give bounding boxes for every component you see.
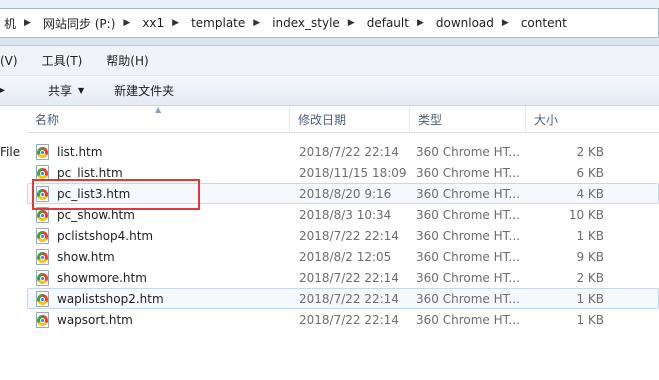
- chevron-right-icon[interactable]: ▶: [117, 18, 134, 28]
- chrome-document-icon: [36, 311, 50, 328]
- chevron-right-icon[interactable]: ▶: [411, 18, 428, 28]
- file-date: 2018/7/22 22:14: [299, 312, 399, 327]
- file-name: show.htm: [57, 249, 115, 264]
- column-header-row: ▲ 名称 修改日期 类型 大小: [27, 105, 659, 133]
- file-size: 1 KB: [576, 228, 604, 243]
- breadcrumb-item-label: 网站同步 (P:): [42, 16, 116, 31]
- column-header-name-label: 名称: [35, 113, 60, 127]
- breadcrumb-item-label: xx1: [142, 16, 165, 30]
- chevron-right-icon[interactable]: ▶: [496, 18, 513, 28]
- file-size: 2 KB: [576, 270, 604, 285]
- highlight-annotation-box: [32, 179, 200, 210]
- file-date: 2018/8/3 10:34: [299, 207, 392, 222]
- file-size: 1 KB: [576, 291, 604, 306]
- file-row[interactable]: showmore.htm 2018/7/22 22:14 360 Chrome HT…: [27, 267, 659, 288]
- column-header-type[interactable]: 类型: [410, 107, 526, 133]
- file-name: waplistshop2.htm: [57, 291, 164, 306]
- breadcrumb-item[interactable]: xx1 ▶: [138, 9, 187, 37]
- chevron-right-icon[interactable]: ▶: [247, 18, 264, 28]
- breadcrumb-item-label: default: [366, 16, 409, 30]
- file-name-cell: waplistshop2.htm: [28, 290, 291, 307]
- breadcrumb-item[interactable]: 网站同步 (P:) ▶: [39, 9, 138, 37]
- chrome-document-icon: [36, 290, 50, 307]
- chevron-right-icon[interactable]: ▶: [18, 18, 35, 28]
- file-type: 360 Chrome HT...: [416, 144, 520, 159]
- navigation-pane: File: [0, 107, 20, 380]
- file-size: 4 KB: [576, 186, 604, 201]
- toolbar: ▸ 共享 ▼ 新建文件夹: [0, 76, 659, 106]
- file-rows: list.htm 2018/7/22 22:14 360 Chrome HT... 2…: [27, 141, 659, 330]
- column-header-date[interactable]: 修改日期: [290, 107, 410, 133]
- breadcrumb-item[interactable]: 机 ▶: [0, 9, 39, 37]
- file-name: wapsort.htm: [57, 312, 133, 327]
- file-type: 360 Chrome HT...: [416, 270, 520, 285]
- breadcrumb-item[interactable]: default ▶: [363, 9, 432, 37]
- file-size: 1 KB: [576, 312, 604, 327]
- menu-item-tools[interactable]: 工具(T): [42, 52, 93, 69]
- file-date: 2018/7/22 22:14: [299, 144, 399, 159]
- sort-up-icon: ▲: [155, 105, 162, 114]
- file-size: 9 KB: [576, 249, 604, 264]
- file-size: 10 KB: [568, 207, 604, 222]
- file-type: 360 Chrome HT...: [416, 165, 520, 180]
- file-type: 360 Chrome HT...: [416, 207, 520, 222]
- address-bar: 机 ▶ 网站同步 (P:) ▶ xx1 ▶ template ▶ index_style ▶ def…: [0, 0, 659, 46]
- file-name-cell: list.htm: [28, 143, 291, 160]
- file-type: 360 Chrome HT...: [416, 228, 520, 243]
- file-date: 2018/8/2 12:05: [299, 249, 392, 264]
- breadcrumb-item[interactable]: template ▶: [187, 9, 268, 37]
- file-name: pc_list.htm: [57, 165, 123, 180]
- column-header-size[interactable]: 大小: [526, 107, 606, 133]
- menu-item-view[interactable]: (V): [0, 54, 28, 68]
- dropdown-arrow-icon: ▼: [78, 86, 85, 95]
- file-row[interactable]: waplistshop2.htm 2018/7/22 22:14 360 Chrom…: [27, 288, 659, 309]
- file-row[interactable]: wapsort.htm 2018/7/22 22:14 360 Chrome HT.…: [27, 309, 659, 330]
- breadcrumb-item[interactable]: content: [517, 9, 573, 37]
- file-type: 360 Chrome HT...: [416, 312, 520, 327]
- file-size: 6 KB: [576, 165, 604, 180]
- menu-item-help[interactable]: 帮助(H): [106, 52, 158, 69]
- file-name: pclistshop4.htm: [57, 228, 154, 243]
- file-type: 360 Chrome HT...: [416, 291, 520, 306]
- file-date: 2018/7/22 22:14: [299, 228, 399, 243]
- file-name-cell: wapsort.htm: [28, 311, 291, 328]
- breadcrumb-item[interactable]: index_style ▶: [268, 9, 363, 37]
- file-row[interactable]: show.htm 2018/8/2 12:05 360 Chrome HT... 9 …: [27, 246, 659, 267]
- file-name-cell: showmore.htm: [28, 269, 291, 286]
- chrome-document-icon: [36, 269, 50, 286]
- file-list: ▲ 名称 修改日期 类型 大小 list.htm 2018/7/22 22:14 3…: [27, 105, 659, 380]
- share-button[interactable]: 共享 ▼: [48, 76, 84, 105]
- file-name-cell: pclistshop4.htm: [28, 227, 291, 244]
- chevron-right-icon[interactable]: ▶: [342, 18, 359, 28]
- file-name: showmore.htm: [57, 270, 147, 285]
- breadcrumb-item-label: index_style: [272, 16, 340, 30]
- nav-item-partial[interactable]: File: [0, 145, 20, 159]
- breadcrumb-item-label: content: [520, 16, 567, 30]
- file-row[interactable]: list.htm 2018/7/22 22:14 360 Chrome HT... 2…: [27, 141, 659, 162]
- file-date: 2018/11/15 18:09: [299, 165, 407, 180]
- new-folder-button[interactable]: 新建文件夹: [114, 76, 174, 105]
- file-date: 2018/7/22 22:14: [299, 270, 399, 285]
- file-size: 2 KB: [576, 144, 604, 159]
- file-row[interactable]: pclistshop4.htm 2018/7/22 22:14 360 Chrome…: [27, 225, 659, 246]
- chrome-document-icon: [36, 248, 50, 265]
- toolbar-partial-dropdown-icon[interactable]: ▸: [0, 76, 48, 105]
- file-date: 2018/8/20 9:16: [299, 186, 392, 201]
- file-date: 2018/7/22 22:14: [299, 291, 399, 306]
- file-name: list.htm: [57, 144, 103, 159]
- file-name-cell: show.htm: [28, 248, 291, 265]
- menu-bar: (V) 工具(T) 帮助(H): [0, 46, 659, 76]
- share-label: 共享: [48, 84, 73, 98]
- column-header-name[interactable]: ▲ 名称: [27, 105, 290, 133]
- breadcrumb-item-label: template: [191, 16, 246, 30]
- chevron-right-icon[interactable]: ▶: [166, 18, 183, 28]
- file-type: 360 Chrome HT...: [416, 249, 520, 264]
- breadcrumb[interactable]: 机 ▶ 网站同步 (P:) ▶ xx1 ▶ template ▶ index_style ▶ def…: [0, 8, 659, 38]
- chrome-document-icon: [36, 143, 50, 160]
- breadcrumb-item-label: download: [435, 16, 494, 30]
- file-type: 360 Chrome HT...: [416, 186, 520, 201]
- breadcrumb-item[interactable]: download ▶: [432, 9, 517, 37]
- chrome-document-icon: [36, 227, 50, 244]
- breadcrumb-item-label: 机: [4, 16, 17, 31]
